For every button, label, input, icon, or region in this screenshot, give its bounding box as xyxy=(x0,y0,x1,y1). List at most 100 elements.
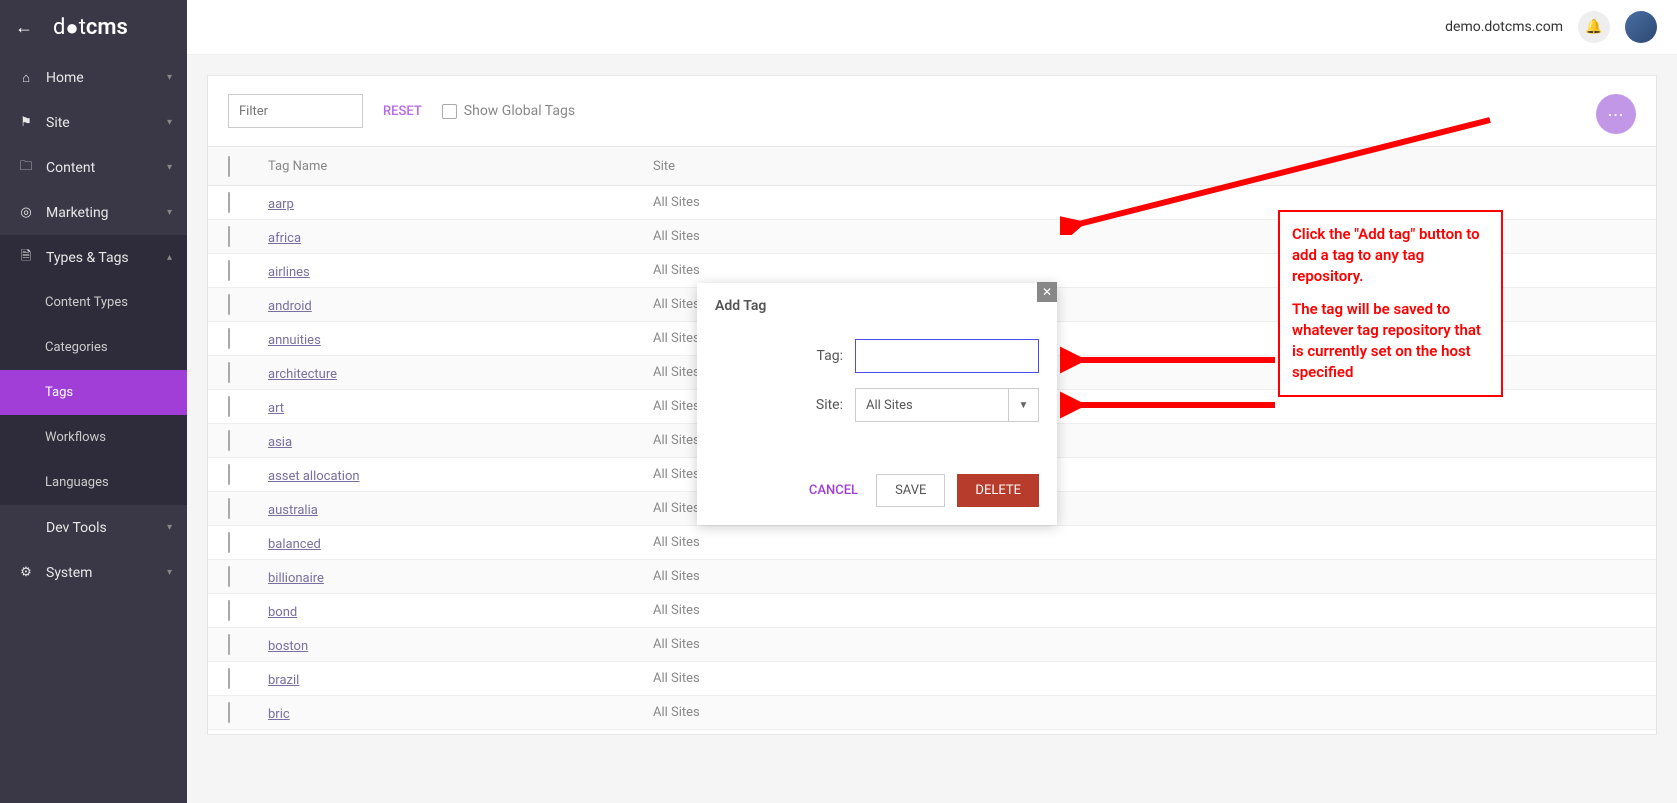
close-icon[interactable]: ✕ xyxy=(1037,282,1057,302)
tag-link[interactable]: airlines xyxy=(268,265,310,280)
nav-item-site[interactable]: ⚑Site▾ xyxy=(0,100,187,145)
tag-link[interactable]: brazil xyxy=(268,673,299,688)
tag-link[interactable]: annuities xyxy=(268,333,321,348)
caret-icon: ▾ xyxy=(167,117,172,128)
cancel-button[interactable]: CANCEL xyxy=(803,475,864,506)
reset-button[interactable]: RESET xyxy=(383,104,422,119)
tag-link[interactable]: architecture xyxy=(268,367,337,382)
caret-icon: ▴ xyxy=(167,252,172,263)
more-vert-icon: ⋮ xyxy=(1607,107,1626,122)
filter-input[interactable] xyxy=(228,94,363,128)
add-tag-button[interactable]: ⋮ xyxy=(1596,94,1636,134)
nav-item-content[interactable]: 🗀Content▾ xyxy=(0,145,187,190)
col-site[interactable]: Site xyxy=(653,159,1636,174)
tag-link[interactable]: australia xyxy=(268,503,318,518)
nav-item-marketing[interactable]: ◎Marketing▾ xyxy=(0,190,187,235)
tag-link[interactable]: africa xyxy=(268,231,301,246)
tag-link[interactable]: android xyxy=(268,299,312,314)
toolbar: RESET Show Global Tags xyxy=(208,76,1656,146)
tag-site: All Sites xyxy=(653,603,1636,618)
nav-item-system[interactable]: ⚙System▾ xyxy=(0,550,187,595)
row-checkbox[interactable] xyxy=(228,566,230,587)
nav-icon: ◎ xyxy=(18,205,34,220)
row-checkbox[interactable] xyxy=(228,702,230,723)
show-global-tags[interactable]: Show Global Tags xyxy=(442,103,575,119)
subnav-item-languages[interactable]: Languages xyxy=(0,460,187,505)
logo: d ● t cms xyxy=(53,15,128,41)
tag-site: All Sites xyxy=(653,569,1636,584)
nav-item-types-tags[interactable]: 🗎Types & Tags▴ xyxy=(0,235,187,280)
delete-button[interactable]: DELETE xyxy=(957,474,1039,507)
caret-icon: ▾ xyxy=(167,567,172,578)
row-checkbox[interactable] xyxy=(228,362,230,383)
subnav-item-content-types[interactable]: Content Types xyxy=(0,280,187,325)
row-checkbox[interactable] xyxy=(228,634,230,655)
nav-item-dev-tools[interactable]: Dev Tools▾ xyxy=(0,505,187,550)
nav-icon: ⚑ xyxy=(18,115,34,130)
save-button[interactable]: SAVE xyxy=(876,474,945,507)
tag-link[interactable]: boston xyxy=(268,639,308,654)
row-checkbox[interactable] xyxy=(228,464,230,485)
caret-icon: ▾ xyxy=(167,207,172,218)
table-row: bric All Sites xyxy=(208,696,1656,730)
tag-link[interactable]: asia xyxy=(268,435,292,450)
select-all-checkbox[interactable] xyxy=(228,156,230,177)
modal-title: Add Tag xyxy=(697,283,1057,329)
nav-item-home[interactable]: ⌂Home▾ xyxy=(0,55,187,100)
notifications-icon[interactable]: 🔔 xyxy=(1578,11,1610,43)
tag-site: All Sites xyxy=(653,535,1636,550)
avatar[interactable] xyxy=(1625,11,1657,43)
add-tag-modal: ✕ Add Tag Tag: Site: All Sites ▼ CANCEL … xyxy=(697,283,1057,525)
sidebar-header: ← d ● t cms xyxy=(0,0,187,55)
table-row: bond All Sites xyxy=(208,594,1656,628)
row-checkbox[interactable] xyxy=(228,600,230,621)
row-checkbox[interactable] xyxy=(228,328,230,349)
row-checkbox[interactable] xyxy=(228,396,230,417)
checkbox-icon[interactable] xyxy=(442,104,457,119)
caret-icon: ▾ xyxy=(167,162,172,173)
subnav-item-tags[interactable]: Tags xyxy=(0,370,187,415)
table-row: boston All Sites xyxy=(208,628,1656,662)
row-checkbox[interactable] xyxy=(228,192,230,213)
sidebar: ← d ● t cms ⌂Home▾⚑Site▾🗀Content▾◎Market… xyxy=(0,0,187,803)
tag-site: All Sites xyxy=(653,637,1636,652)
table-row: brazil All Sites xyxy=(208,662,1656,696)
annotation-callout: Click the "Add tag" button to add a tag … xyxy=(1278,210,1503,397)
tag-input[interactable] xyxy=(855,339,1039,373)
back-icon[interactable]: ← xyxy=(15,17,33,38)
nav-icon: ⌂ xyxy=(18,70,34,86)
tag-link[interactable]: aarp xyxy=(268,197,294,212)
nav-icon: 🗎 xyxy=(18,247,34,269)
tag-link[interactable]: balanced xyxy=(268,537,321,552)
tag-site: All Sites xyxy=(653,671,1636,686)
site-label[interactable]: demo.dotcms.com xyxy=(1445,19,1563,35)
row-checkbox[interactable] xyxy=(228,532,230,553)
subnav-item-workflows[interactable]: Workflows xyxy=(0,415,187,460)
chevron-down-icon[interactable]: ▼ xyxy=(1008,389,1038,421)
nav: ⌂Home▾⚑Site▾🗀Content▾◎Marketing▾🗎Types &… xyxy=(0,55,187,595)
row-checkbox[interactable] xyxy=(228,498,230,519)
row-checkbox[interactable] xyxy=(228,668,230,689)
row-checkbox[interactable] xyxy=(228,294,230,315)
topbar: demo.dotcms.com 🔔 xyxy=(187,0,1677,55)
table-row: billionaire All Sites xyxy=(208,560,1656,594)
caret-icon: ▾ xyxy=(167,72,172,83)
tag-link[interactable]: bric xyxy=(268,707,290,722)
subnav-item-categories[interactable]: Categories xyxy=(0,325,187,370)
caret-icon: ▾ xyxy=(167,522,172,533)
tag-site: All Sites xyxy=(653,705,1636,720)
nav-icon: 🗀 xyxy=(18,157,34,179)
tag-link[interactable]: asset allocation xyxy=(268,469,360,484)
row-checkbox[interactable] xyxy=(228,430,230,451)
tag-label: Tag: xyxy=(715,348,855,364)
row-checkbox[interactable] xyxy=(228,260,230,281)
tag-site: All Sites xyxy=(653,195,1636,210)
tag-link[interactable]: billionaire xyxy=(268,571,324,586)
row-checkbox[interactable] xyxy=(228,226,230,247)
tag-link[interactable]: bond xyxy=(268,605,297,620)
col-tag-name[interactable]: Tag Name xyxy=(268,159,653,174)
tag-link[interactable]: art xyxy=(268,401,284,416)
site-select[interactable]: All Sites ▼ xyxy=(855,388,1039,422)
table-header: Tag Name Site xyxy=(208,146,1656,186)
table-row: balanced All Sites xyxy=(208,526,1656,560)
